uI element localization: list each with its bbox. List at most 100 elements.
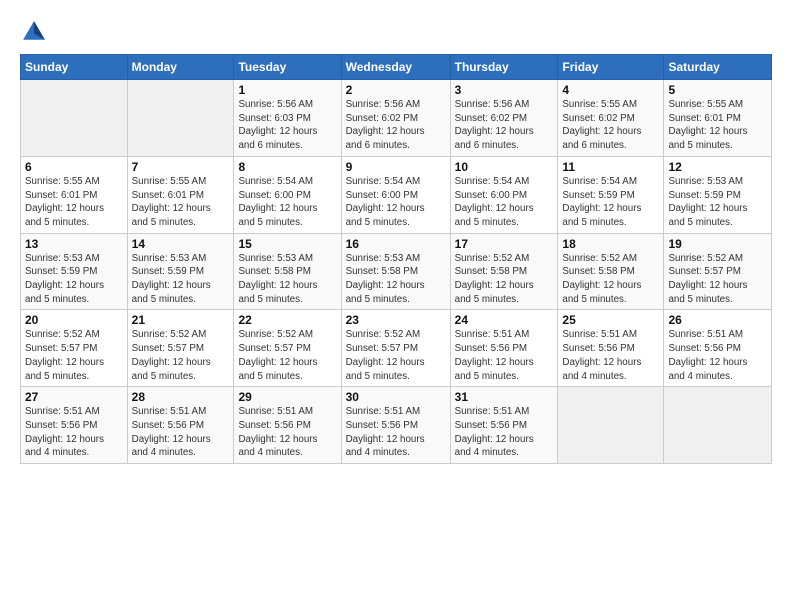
day-detail: Sunrise: 5:55 AM Sunset: 6:01 PM Dayligh… (668, 98, 767, 153)
day-detail: Sunrise: 5:53 AM Sunset: 5:59 PM Dayligh… (25, 252, 123, 307)
day-header-monday: Monday (127, 55, 234, 80)
day-detail: Sunrise: 5:54 AM Sunset: 5:59 PM Dayligh… (562, 175, 659, 230)
day-detail: Sunrise: 5:51 AM Sunset: 5:56 PM Dayligh… (346, 405, 446, 460)
logo (20, 18, 52, 46)
calendar-cell: 8Sunrise: 5:54 AM Sunset: 6:00 PM Daylig… (234, 156, 341, 233)
day-detail: Sunrise: 5:51 AM Sunset: 5:56 PM Dayligh… (238, 405, 336, 460)
day-detail: Sunrise: 5:55 AM Sunset: 6:01 PM Dayligh… (132, 175, 230, 230)
day-number: 5 (668, 83, 767, 97)
day-number: 11 (562, 160, 659, 174)
calendar-cell: 22Sunrise: 5:52 AM Sunset: 5:57 PM Dayli… (234, 310, 341, 387)
day-header-wednesday: Wednesday (341, 55, 450, 80)
calendar-cell: 2Sunrise: 5:56 AM Sunset: 6:02 PM Daylig… (341, 80, 450, 157)
day-detail: Sunrise: 5:52 AM Sunset: 5:57 PM Dayligh… (668, 252, 767, 307)
day-detail: Sunrise: 5:52 AM Sunset: 5:58 PM Dayligh… (455, 252, 554, 307)
day-detail: Sunrise: 5:56 AM Sunset: 6:02 PM Dayligh… (346, 98, 446, 153)
day-number: 4 (562, 83, 659, 97)
day-number: 15 (238, 237, 336, 251)
calendar-week-2: 6Sunrise: 5:55 AM Sunset: 6:01 PM Daylig… (21, 156, 772, 233)
calendar-cell: 12Sunrise: 5:53 AM Sunset: 5:59 PM Dayli… (664, 156, 772, 233)
day-header-thursday: Thursday (450, 55, 558, 80)
calendar-cell: 13Sunrise: 5:53 AM Sunset: 5:59 PM Dayli… (21, 233, 128, 310)
calendar-table: SundayMondayTuesdayWednesdayThursdayFrid… (20, 54, 772, 464)
calendar-cell: 30Sunrise: 5:51 AM Sunset: 5:56 PM Dayli… (341, 387, 450, 464)
calendar-cell (558, 387, 664, 464)
day-number: 14 (132, 237, 230, 251)
page: SundayMondayTuesdayWednesdayThursdayFrid… (0, 0, 792, 474)
header (20, 18, 772, 46)
day-number: 25 (562, 313, 659, 327)
day-number: 29 (238, 390, 336, 404)
day-number: 28 (132, 390, 230, 404)
calendar-cell: 20Sunrise: 5:52 AM Sunset: 5:57 PM Dayli… (21, 310, 128, 387)
calendar-cell: 17Sunrise: 5:52 AM Sunset: 5:58 PM Dayli… (450, 233, 558, 310)
calendar-cell: 25Sunrise: 5:51 AM Sunset: 5:56 PM Dayli… (558, 310, 664, 387)
day-header-sunday: Sunday (21, 55, 128, 80)
calendar-cell: 5Sunrise: 5:55 AM Sunset: 6:01 PM Daylig… (664, 80, 772, 157)
day-number: 13 (25, 237, 123, 251)
day-number: 23 (346, 313, 446, 327)
calendar-cell: 26Sunrise: 5:51 AM Sunset: 5:56 PM Dayli… (664, 310, 772, 387)
day-detail: Sunrise: 5:56 AM Sunset: 6:03 PM Dayligh… (238, 98, 336, 153)
day-detail: Sunrise: 5:55 AM Sunset: 6:01 PM Dayligh… (25, 175, 123, 230)
day-detail: Sunrise: 5:53 AM Sunset: 5:59 PM Dayligh… (668, 175, 767, 230)
day-detail: Sunrise: 5:53 AM Sunset: 5:58 PM Dayligh… (238, 252, 336, 307)
calendar-cell: 9Sunrise: 5:54 AM Sunset: 6:00 PM Daylig… (341, 156, 450, 233)
day-number: 27 (25, 390, 123, 404)
calendar-cell: 1Sunrise: 5:56 AM Sunset: 6:03 PM Daylig… (234, 80, 341, 157)
day-number: 9 (346, 160, 446, 174)
calendar-cell: 18Sunrise: 5:52 AM Sunset: 5:58 PM Dayli… (558, 233, 664, 310)
day-number: 2 (346, 83, 446, 97)
day-detail: Sunrise: 5:51 AM Sunset: 5:56 PM Dayligh… (455, 405, 554, 460)
day-number: 7 (132, 160, 230, 174)
day-number: 19 (668, 237, 767, 251)
day-detail: Sunrise: 5:53 AM Sunset: 5:58 PM Dayligh… (346, 252, 446, 307)
calendar-cell (664, 387, 772, 464)
day-header-tuesday: Tuesday (234, 55, 341, 80)
day-detail: Sunrise: 5:53 AM Sunset: 5:59 PM Dayligh… (132, 252, 230, 307)
calendar-cell: 31Sunrise: 5:51 AM Sunset: 5:56 PM Dayli… (450, 387, 558, 464)
calendar-week-3: 13Sunrise: 5:53 AM Sunset: 5:59 PM Dayli… (21, 233, 772, 310)
day-number: 12 (668, 160, 767, 174)
calendar-cell: 19Sunrise: 5:52 AM Sunset: 5:57 PM Dayli… (664, 233, 772, 310)
calendar-cell: 23Sunrise: 5:52 AM Sunset: 5:57 PM Dayli… (341, 310, 450, 387)
calendar-cell (127, 80, 234, 157)
day-detail: Sunrise: 5:52 AM Sunset: 5:57 PM Dayligh… (25, 328, 123, 383)
logo-icon (20, 18, 48, 46)
day-detail: Sunrise: 5:51 AM Sunset: 5:56 PM Dayligh… (455, 328, 554, 383)
day-number: 18 (562, 237, 659, 251)
day-number: 3 (455, 83, 554, 97)
day-number: 26 (668, 313, 767, 327)
day-number: 20 (25, 313, 123, 327)
calendar-cell: 4Sunrise: 5:55 AM Sunset: 6:02 PM Daylig… (558, 80, 664, 157)
day-number: 16 (346, 237, 446, 251)
day-header-friday: Friday (558, 55, 664, 80)
calendar-cell: 11Sunrise: 5:54 AM Sunset: 5:59 PM Dayli… (558, 156, 664, 233)
day-detail: Sunrise: 5:54 AM Sunset: 6:00 PM Dayligh… (238, 175, 336, 230)
day-number: 22 (238, 313, 336, 327)
day-detail: Sunrise: 5:51 AM Sunset: 5:56 PM Dayligh… (668, 328, 767, 383)
day-detail: Sunrise: 5:51 AM Sunset: 5:56 PM Dayligh… (132, 405, 230, 460)
calendar-cell: 29Sunrise: 5:51 AM Sunset: 5:56 PM Dayli… (234, 387, 341, 464)
day-detail: Sunrise: 5:52 AM Sunset: 5:57 PM Dayligh… (238, 328, 336, 383)
calendar-cell: 6Sunrise: 5:55 AM Sunset: 6:01 PM Daylig… (21, 156, 128, 233)
day-detail: Sunrise: 5:52 AM Sunset: 5:58 PM Dayligh… (562, 252, 659, 307)
calendar-cell: 27Sunrise: 5:51 AM Sunset: 5:56 PM Dayli… (21, 387, 128, 464)
day-number: 10 (455, 160, 554, 174)
day-detail: Sunrise: 5:54 AM Sunset: 6:00 PM Dayligh… (346, 175, 446, 230)
calendar-week-1: 1Sunrise: 5:56 AM Sunset: 6:03 PM Daylig… (21, 80, 772, 157)
day-detail: Sunrise: 5:56 AM Sunset: 6:02 PM Dayligh… (455, 98, 554, 153)
day-number: 21 (132, 313, 230, 327)
calendar-cell: 14Sunrise: 5:53 AM Sunset: 5:59 PM Dayli… (127, 233, 234, 310)
day-detail: Sunrise: 5:52 AM Sunset: 5:57 PM Dayligh… (132, 328, 230, 383)
calendar-header-row: SundayMondayTuesdayWednesdayThursdayFrid… (21, 55, 772, 80)
calendar-cell: 3Sunrise: 5:56 AM Sunset: 6:02 PM Daylig… (450, 80, 558, 157)
calendar-cell: 7Sunrise: 5:55 AM Sunset: 6:01 PM Daylig… (127, 156, 234, 233)
day-detail: Sunrise: 5:54 AM Sunset: 6:00 PM Dayligh… (455, 175, 554, 230)
calendar-cell: 24Sunrise: 5:51 AM Sunset: 5:56 PM Dayli… (450, 310, 558, 387)
calendar-cell: 28Sunrise: 5:51 AM Sunset: 5:56 PM Dayli… (127, 387, 234, 464)
calendar-cell: 10Sunrise: 5:54 AM Sunset: 6:00 PM Dayli… (450, 156, 558, 233)
day-number: 30 (346, 390, 446, 404)
calendar-week-5: 27 Sunrise: 5:51 AM Sunset: 5:56 PM Dayli… (21, 387, 772, 464)
day-number: 24 (455, 313, 554, 327)
